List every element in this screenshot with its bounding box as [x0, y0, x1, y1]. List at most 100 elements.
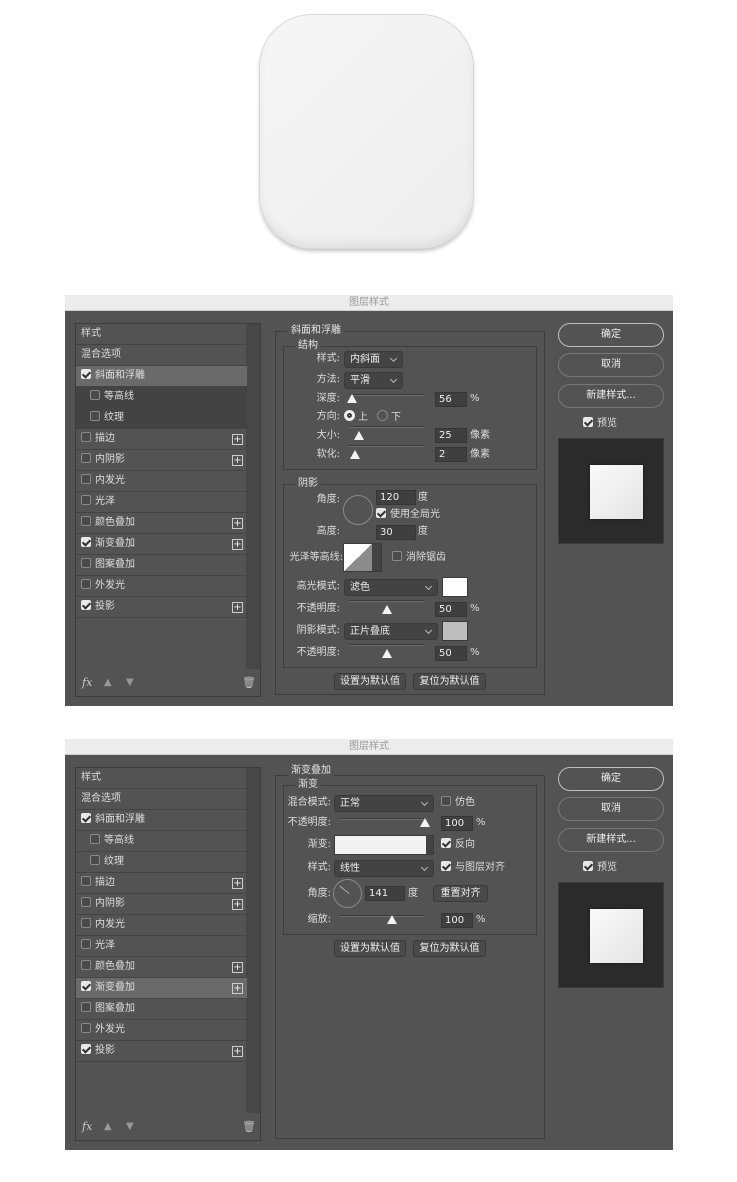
effect-item[interactable]: 投影 +: [76, 597, 247, 618]
checkbox-icon[interactable]: [81, 474, 91, 484]
checkbox-icon[interactable]: [90, 390, 100, 400]
effect-item[interactable]: 图案叠加: [76, 999, 247, 1020]
add-effect-icon[interactable]: +: [232, 1046, 243, 1057]
highlight-mode-select[interactable]: 滤色: [344, 579, 438, 596]
effect-item[interactable]: 内发光: [76, 471, 247, 492]
effect-item[interactable]: 样式: [76, 324, 247, 345]
angle-dial[interactable]: [333, 879, 362, 908]
checkbox-icon[interactable]: [81, 579, 91, 589]
size-slider-thumb[interactable]: [354, 431, 364, 440]
add-effect-icon[interactable]: +: [232, 899, 243, 910]
trash-icon[interactable]: 🗑: [242, 676, 256, 689]
effect-item[interactable]: 渐变叠加 +: [76, 978, 247, 999]
checkbox-icon[interactable]: [81, 453, 91, 463]
effect-item[interactable]: 颜色叠加 +: [76, 957, 247, 978]
effect-item[interactable]: 斜面和浮雕: [76, 366, 247, 387]
opacity-slider[interactable]: [340, 818, 425, 820]
checkbox-icon[interactable]: [81, 537, 91, 547]
opacity-slider-thumb[interactable]: [420, 818, 430, 827]
effect-item[interactable]: 内发光: [76, 915, 247, 936]
gloss-contour-picker[interactable]: [343, 543, 382, 572]
add-effect-icon[interactable]: +: [232, 962, 243, 973]
reset-default-button[interactable]: 复位为默认值: [413, 673, 486, 690]
blend-mode-select[interactable]: 正常: [334, 795, 434, 812]
technique-select[interactable]: 平滑: [344, 372, 403, 389]
checkbox-icon[interactable]: [81, 1002, 91, 1012]
arrow-down-icon[interactable]: ▼: [126, 677, 134, 688]
checkbox-icon[interactable]: [81, 1023, 91, 1033]
checkbox-icon[interactable]: [81, 516, 91, 526]
gradient-picker[interactable]: [334, 835, 434, 855]
shadow-color-swatch[interactable]: [442, 621, 468, 641]
effect-item[interactable]: 图案叠加: [76, 555, 247, 576]
checkbox-icon[interactable]: [90, 855, 100, 865]
checkbox-icon[interactable]: [90, 834, 100, 844]
effect-item[interactable]: 内阴影 +: [76, 894, 247, 915]
scale-input[interactable]: 100: [441, 913, 473, 928]
opacity-input[interactable]: 100: [441, 816, 473, 831]
cancel-button[interactable]: 取消: [558, 797, 664, 821]
effect-item[interactable]: 纹理: [76, 408, 247, 429]
fx-button[interactable]: fx: [82, 676, 92, 689]
scrollbar[interactable]: [246, 324, 260, 669]
bevel-style-select[interactable]: 内斜面: [344, 351, 403, 368]
highlight-opacity-thumb[interactable]: [382, 605, 392, 614]
arrow-up-icon[interactable]: ▲: [104, 677, 112, 688]
checkbox-icon[interactable]: [81, 558, 91, 568]
scrollbar[interactable]: [246, 768, 260, 1113]
preview-checkbox[interactable]: 预览: [583, 861, 617, 875]
ok-button[interactable]: 确定: [558, 323, 664, 347]
checkbox-icon[interactable]: [81, 600, 91, 610]
effect-item[interactable]: 等高线: [76, 831, 247, 852]
effect-item[interactable]: 混合选项: [76, 345, 247, 366]
effect-item[interactable]: 颜色叠加 +: [76, 513, 247, 534]
effect-item[interactable]: 内阴影 +: [76, 450, 247, 471]
set-default-button[interactable]: 设置为默认值: [334, 940, 406, 957]
arrow-up-icon[interactable]: ▲: [104, 1121, 112, 1132]
direction-up-radio[interactable]: 上: [344, 410, 368, 425]
new-style-button[interactable]: 新建样式...: [558, 384, 664, 408]
scale-slider-thumb[interactable]: [387, 915, 397, 924]
reverse-checkbox[interactable]: 反向: [441, 838, 475, 852]
checkbox-icon[interactable]: [81, 960, 91, 970]
effect-item[interactable]: 光泽: [76, 492, 247, 513]
anti-alias-checkbox[interactable]: 消除锯齿: [392, 551, 446, 565]
add-effect-icon[interactable]: +: [232, 539, 243, 550]
add-effect-icon[interactable]: +: [232, 434, 243, 445]
shadow-opacity-input[interactable]: 50: [435, 646, 467, 661]
checkbox-icon[interactable]: [81, 369, 91, 379]
size-input[interactable]: 25: [435, 428, 467, 443]
highlight-color-swatch[interactable]: [442, 577, 468, 597]
soften-slider-thumb[interactable]: [350, 450, 360, 459]
shadow-mode-select[interactable]: 正片叠底: [344, 623, 438, 640]
add-effect-icon[interactable]: +: [232, 983, 243, 994]
add-effect-icon[interactable]: +: [232, 878, 243, 889]
effect-item[interactable]: 描边 +: [76, 429, 247, 450]
effect-item[interactable]: 斜面和浮雕: [76, 810, 247, 831]
depth-slider-thumb[interactable]: [347, 394, 357, 403]
fx-button[interactable]: fx: [82, 1120, 92, 1133]
checkbox-icon[interactable]: [81, 495, 91, 505]
trash-icon[interactable]: 🗑: [242, 1120, 256, 1133]
checkbox-icon[interactable]: [81, 1044, 91, 1054]
effect-item[interactable]: 样式: [76, 768, 247, 789]
soften-input[interactable]: 2: [435, 447, 467, 462]
checkbox-icon[interactable]: [81, 981, 91, 991]
gradient-style-select[interactable]: 线性: [334, 860, 434, 877]
depth-input[interactable]: 56: [435, 392, 467, 407]
angle-input[interactable]: 141: [365, 886, 405, 901]
cancel-button[interactable]: 取消: [558, 353, 664, 377]
add-effect-icon[interactable]: +: [232, 455, 243, 466]
checkbox-icon[interactable]: [81, 939, 91, 949]
direction-down-radio[interactable]: 下: [377, 410, 401, 425]
size-slider[interactable]: [349, 426, 425, 428]
effect-item[interactable]: 纹理: [76, 852, 247, 873]
shadow-opacity-slider[interactable]: [349, 644, 425, 646]
checkbox-icon[interactable]: [81, 876, 91, 886]
angle-dial[interactable]: [343, 495, 373, 525]
checkbox-icon[interactable]: [81, 432, 91, 442]
effect-item[interactable]: 光泽: [76, 936, 247, 957]
altitude-input[interactable]: 30: [376, 525, 416, 540]
ok-button[interactable]: 确定: [558, 767, 664, 791]
arrow-down-icon[interactable]: ▼: [126, 1121, 134, 1132]
